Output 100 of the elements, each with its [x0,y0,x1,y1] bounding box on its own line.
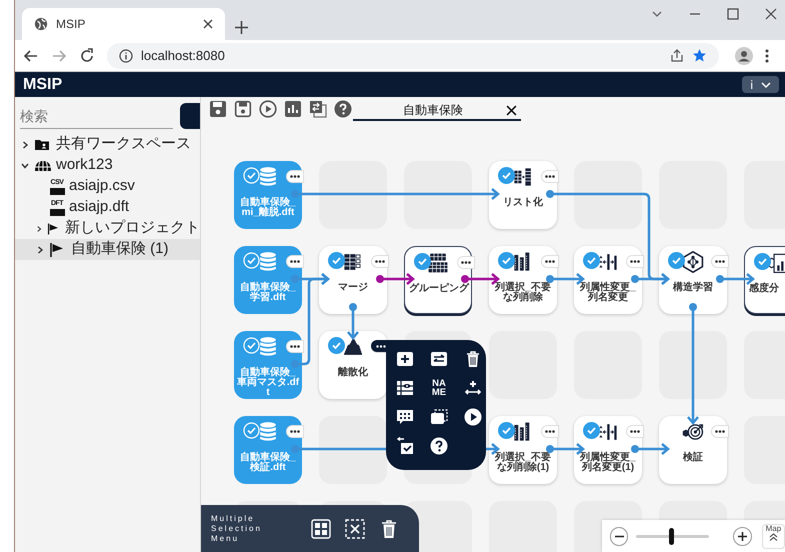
more-button[interactable] [711,425,729,438]
node-icon [342,336,364,358]
more-button[interactable] [541,425,559,438]
document-title: 自動車保険 [403,102,463,119]
flow-node[interactable]: 列属性変更_列名変更 [574,246,642,314]
more-button[interactable] [286,340,304,353]
replace-icon[interactable] [396,437,414,455]
more-button[interactable] [711,255,729,268]
node-label: 自動車保険_mi_離脱.dft [239,198,297,218]
dots-icon [630,260,640,263]
address-field[interactable]: localhost:8080 [107,42,719,68]
node-icon [597,251,619,273]
more-button[interactable] [541,170,559,183]
flow-node[interactable]: リスト化 [489,161,557,229]
more-button[interactable] [286,425,304,438]
more-button[interactable] [626,425,644,438]
chevron-right-icon[interactable] [35,224,43,234]
more-button[interactable] [457,256,475,269]
more-button[interactable] [286,170,304,183]
flow-node[interactable]: 感度分 [744,246,785,314]
close-icon[interactable] [506,104,517,116]
node-icon [682,251,704,273]
more-button[interactable] [286,255,304,268]
play-icon[interactable] [259,100,277,118]
flow-node[interactable]: 列選択_不要な列削除(1) [489,416,557,484]
document-tab[interactable]: 自動車保険 [353,101,521,121]
search-button[interactable] [180,103,200,129]
trash-icon[interactable] [464,350,482,368]
more-button[interactable] [626,255,644,268]
node-label: 自動車保険_車両マスタ.dft [236,368,300,398]
map-button[interactable]: Map [762,524,785,548]
zoom-in-button[interactable] [733,526,752,546]
node-label: 検証 [682,453,704,463]
save-icon[interactable] [209,100,227,118]
rename-button[interactable]: NAME [430,379,448,397]
add-icon[interactable] [396,350,414,368]
slider-thumb[interactable] [668,528,674,544]
zoom-out-button[interactable] [610,526,628,546]
tree-label: asiajp.csv [69,176,135,196]
node-label: リスト化 [502,198,544,208]
flow-node[interactable]: 検証 [659,416,727,484]
more-button[interactable] [541,255,559,268]
node-icon [512,166,534,188]
close-icon[interactable] [765,8,777,20]
flow-node[interactable]: 構造学習 [659,246,727,314]
back-icon[interactable] [23,48,39,64]
app-title: MSIP [23,74,62,94]
new-tab-icon[interactable] [235,21,248,34]
browser-tab[interactable]: MSIP [22,8,225,40]
swap-icon[interactable] [430,350,448,368]
more-button[interactable] [371,255,389,268]
dots-icon [461,261,471,264]
flow-node[interactable]: グルーピング [404,246,472,314]
node-label: 列属性変更_列名変更 [578,283,637,303]
chart-icon[interactable] [284,100,302,118]
comment-icon[interactable] [396,408,414,426]
tree-label: asiajp.dft [69,197,130,218]
dots-icon [290,430,300,433]
globe-icon [34,17,48,31]
flow-node[interactable]: マージ [319,246,387,314]
play-icon[interactable] [464,408,482,426]
chevron-down-icon[interactable] [761,80,771,88]
copy-icon[interactable] [309,100,327,118]
dots-icon [715,260,725,263]
maximize-icon[interactable] [727,8,739,20]
trash-icon[interactable] [379,518,399,538]
help-icon[interactable] [430,437,448,455]
dots-icon [375,260,385,263]
tree-item[interactable]: 共有ワークスペース [15,134,200,155]
avatar-icon[interactable] [735,46,753,64]
dots-icon [545,430,555,433]
tree-item[interactable]: work123 [15,155,200,176]
dots-icon [376,344,386,348]
grid-icon[interactable] [311,518,331,538]
frame-icon[interactable] [430,408,448,426]
save-icon[interactable] [234,100,252,118]
menu-icon[interactable] [765,48,769,62]
menu-title: Multiple Selection Menu [211,514,263,544]
help-icon[interactable] [334,100,352,118]
flow-node[interactable]: 列選択_不要な列削除 [489,246,557,314]
url-text: localhost:8080 [141,46,226,65]
database-icon [257,251,279,273]
info-button[interactable]: i [742,76,779,93]
deselect-icon[interactable] [345,518,365,538]
database-icon [257,166,279,188]
dots-icon [290,175,300,178]
tree-item[interactable]: 新しいプロジェクト [15,218,200,239]
flow-node[interactable]: 離散化 [319,331,387,399]
table-eye-icon[interactable] [396,379,414,397]
star-icon[interactable] [692,48,707,63]
insert-icon[interactable] [464,379,482,397]
share-icon[interactable] [670,48,684,62]
tree-item[interactable]: 自動車保険 (1) [15,239,200,260]
flow-node[interactable]: 列属性変更_列名変更(1) [574,416,642,484]
zoom-slider[interactable] [636,528,710,544]
search-field[interactable]: 検索 [20,104,173,129]
close-icon[interactable] [203,19,213,29]
info-icon[interactable] [119,48,133,62]
tree-label: 共有ワークスペース [56,134,191,154]
reload-icon[interactable] [79,48,95,64]
